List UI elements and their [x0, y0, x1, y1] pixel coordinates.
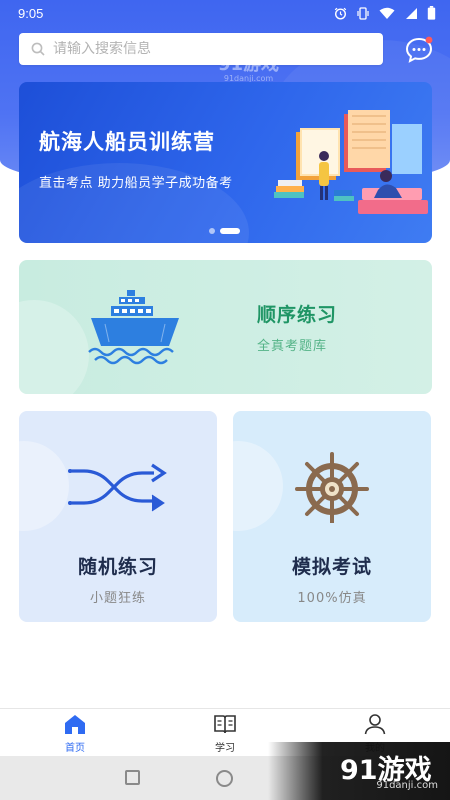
ship-wheel-icon — [295, 452, 369, 523]
banner-pagination — [209, 228, 240, 234]
mock-exam-subtitle: 100%仿真 — [297, 591, 367, 606]
banner-dot-active[interactable] — [220, 228, 240, 234]
random-practice-subtitle: 小题狂练 — [89, 591, 146, 606]
battery-icon — [427, 6, 436, 20]
wifi-icon — [379, 7, 395, 19]
random-practice-title: 随机练习 — [77, 556, 158, 578]
banner-title: 航海人船员训练营 — [39, 130, 215, 154]
message-button[interactable] — [404, 35, 434, 63]
watermark-top: 91游戏 91danji.com — [218, 50, 279, 83]
mock-exam-title: 模拟考试 — [291, 556, 372, 578]
promo-banner[interactable]: 航海人船员训练营 直击考点 助力船员学子成功备考 — [19, 82, 432, 243]
random-practice-card[interactable]: 随机练习 小题狂练 — [19, 411, 217, 622]
sequential-practice-card[interactable]: 顺序练习 全真考题库 — [19, 260, 432, 394]
sequential-practice-subtitle: 全真考题库 — [257, 339, 328, 354]
shuffle-icon — [68, 463, 167, 512]
status-bar: 9:05 — [0, 0, 450, 28]
nav-label-study: 学习 — [215, 743, 235, 754]
recent-apps-button[interactable] — [125, 770, 140, 785]
watermark-top-brand: 91游戏 — [218, 54, 280, 75]
mock-exam-card[interactable]: 模拟考试 100%仿真 — [233, 411, 431, 622]
chat-bubble-icon — [405, 36, 433, 63]
search-bar[interactable] — [19, 33, 383, 65]
vibrate-icon — [357, 6, 369, 20]
nav-item-home[interactable]: 首页 — [35, 713, 115, 754]
alarm-icon — [334, 7, 347, 20]
user-icon — [364, 714, 386, 735]
watermark-site: 91danji.com — [376, 780, 438, 791]
banner-dot[interactable] — [209, 228, 215, 234]
status-icons — [334, 6, 436, 20]
sequential-practice-title: 顺序练习 — [257, 304, 338, 326]
home-system-button[interactable] — [216, 770, 233, 787]
status-time: 9:05 — [18, 6, 44, 21]
ship-icon — [88, 290, 179, 365]
home-icon — [65, 715, 85, 734]
nav-label-home: 首页 — [65, 743, 85, 754]
book-icon — [214, 715, 236, 734]
nav-item-study[interactable]: 学习 — [185, 713, 265, 754]
search-icon — [31, 42, 45, 56]
search-input[interactable] — [53, 41, 353, 57]
banner-illustration — [274, 110, 428, 214]
watermark-corner: 91游戏 91danji.com — [268, 742, 450, 800]
signal-icon — [406, 7, 417, 19]
banner-subtitle: 直击考点 助力船员学子成功备考 — [39, 176, 233, 191]
